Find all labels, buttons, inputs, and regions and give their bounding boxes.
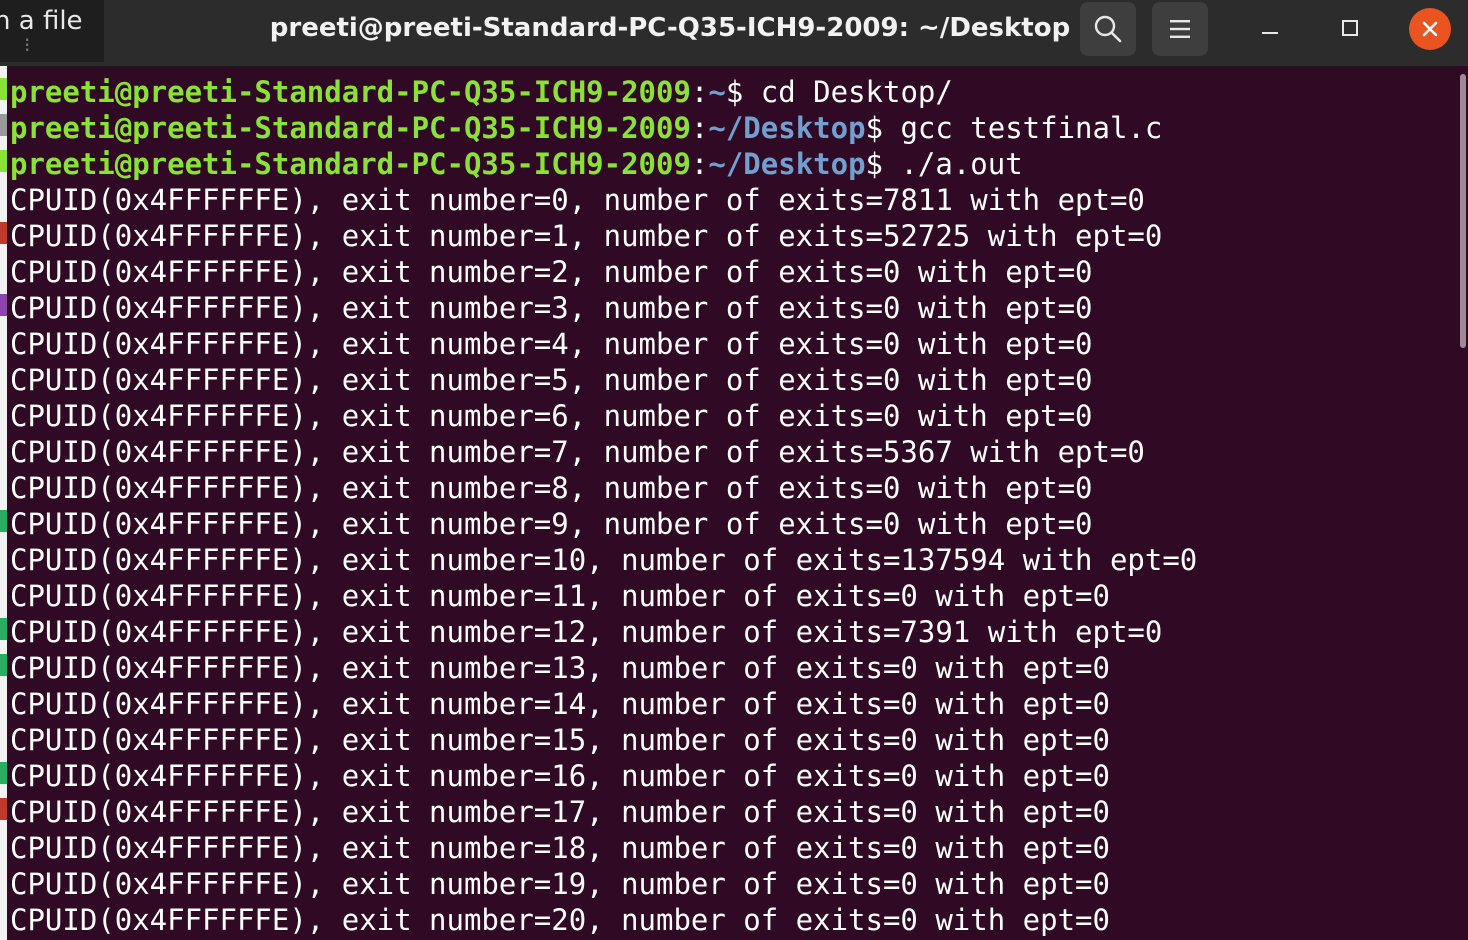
output-line: CPUID(0x4FFFFFFE), exit number=13, numbe… xyxy=(10,651,1110,685)
output-line: CPUID(0x4FFFFFFE), exit number=16, numbe… xyxy=(10,759,1110,793)
background-window-fragment[interactable]: n a file ⁝ xyxy=(0,0,104,62)
title-bar[interactable]: n a file ⁝ preeti@preeti-Standard-PC-Q35… xyxy=(0,0,1468,67)
terminal-output: preeti@preeti-Standard-PC-Q35-ICH9-2009:… xyxy=(10,74,1197,938)
output-line: CPUID(0x4FFFFFFE), exit number=6, number… xyxy=(10,399,1093,433)
output-line: CPUID(0x4FFFFFFE), exit number=1, number… xyxy=(10,219,1163,253)
output-line: CPUID(0x4FFFFFFE), exit number=0, number… xyxy=(10,183,1145,217)
vertical-scrollbar[interactable] xyxy=(1456,66,1468,940)
close-icon xyxy=(1422,21,1438,37)
output-line: CPUID(0x4FFFFFFE), exit number=2, number… xyxy=(10,255,1093,289)
output-line: CPUID(0x4FFFFFFE), exit number=8, number… xyxy=(10,471,1093,505)
output-line: CPUID(0x4FFFFFFE), exit number=4, number… xyxy=(10,327,1093,361)
output-line: CPUID(0x4FFFFFFE), exit number=12, numbe… xyxy=(10,615,1163,649)
output-line: CPUID(0x4FFFFFFE), exit number=9, number… xyxy=(10,507,1093,541)
prompt-line: preeti@preeti-Standard-PC-Q35-ICH9-2009:… xyxy=(10,111,1163,145)
hamburger-menu-icon xyxy=(1170,20,1190,38)
output-line: CPUID(0x4FFFFFFE), exit number=15, numbe… xyxy=(10,723,1110,757)
output-line: CPUID(0x4FFFFFFE), exit number=11, numbe… xyxy=(10,579,1110,613)
output-line: CPUID(0x4FFFFFFE), exit number=7, number… xyxy=(10,435,1145,469)
output-line: CPUID(0x4FFFFFFE), exit number=10, numbe… xyxy=(10,543,1198,577)
close-button[interactable] xyxy=(1409,8,1451,50)
minimize-icon xyxy=(1262,32,1278,34)
maximize-button[interactable] xyxy=(1328,8,1372,48)
terminal-body[interactable]: preeti@preeti-Standard-PC-Q35-ICH9-2009:… xyxy=(0,66,1456,940)
window-title: preeti@preeti-Standard-PC-Q35-ICH9-2009:… xyxy=(269,13,1071,43)
background-window-text: n a file xyxy=(0,6,83,36)
output-line: CPUID(0x4FFFFFFE), exit number=14, numbe… xyxy=(10,687,1110,721)
search-button[interactable] xyxy=(1080,2,1136,56)
minimize-button[interactable] xyxy=(1248,8,1292,48)
menu-button[interactable] xyxy=(1152,2,1208,56)
output-line: CPUID(0x4FFFFFFE), exit number=18, numbe… xyxy=(10,831,1110,865)
search-icon xyxy=(1094,15,1122,43)
output-line: CPUID(0x4FFFFFFE), exit number=20, numbe… xyxy=(10,903,1110,937)
output-line: CPUID(0x4FFFFFFE), exit number=5, number… xyxy=(10,363,1093,397)
maximize-icon xyxy=(1342,20,1358,36)
terminal-window: n a file ⁝ preeti@preeti-Standard-PC-Q35… xyxy=(0,0,1468,940)
prompt-line: preeti@preeti-Standard-PC-Q35-ICH9-2009:… xyxy=(10,75,953,109)
output-line: CPUID(0x4FFFFFFE), exit number=17, numbe… xyxy=(10,795,1110,829)
output-line: CPUID(0x4FFFFFFE), exit number=3, number… xyxy=(10,291,1093,325)
output-line: CPUID(0x4FFFFFFE), exit number=19, numbe… xyxy=(10,867,1110,901)
background-window-edge xyxy=(0,66,7,940)
scrollbar-thumb[interactable] xyxy=(1460,74,1466,348)
prompt-line: preeti@preeti-Standard-PC-Q35-ICH9-2009:… xyxy=(10,147,1023,181)
